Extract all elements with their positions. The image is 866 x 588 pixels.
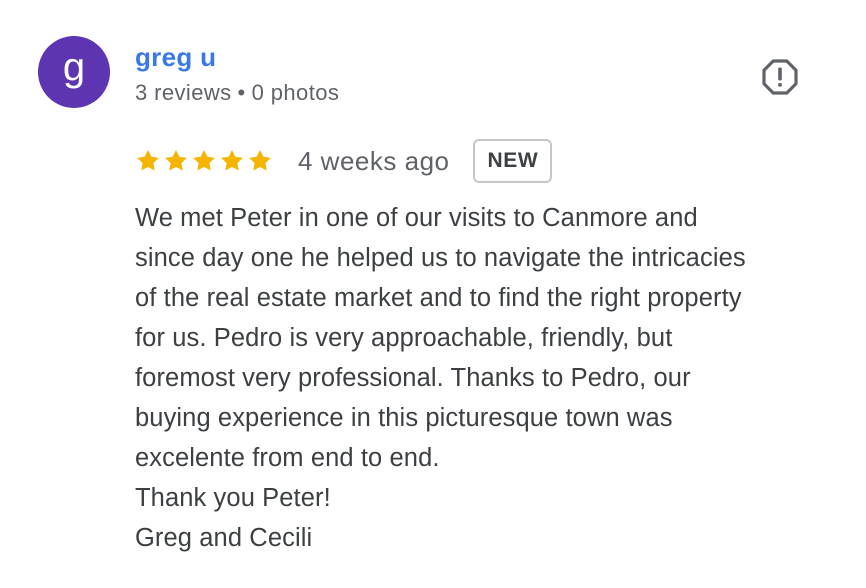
star-rating: [135, 148, 273, 174]
review-text-line: for us. Pedro is very approachable, frie…: [135, 324, 673, 352]
review-text-line: Thank you Peter!: [135, 484, 331, 512]
review-text-line: foremost very professional. Thanks to Pe…: [135, 364, 691, 392]
avatar-initial: g: [62, 45, 86, 89]
reviews-count: 3 reviews: [135, 80, 232, 105]
review-text-line: of the real estate market and to find th…: [135, 284, 742, 312]
star-icon: [163, 148, 189, 174]
report-review-button[interactable]: [761, 58, 799, 96]
new-badge: NEW: [473, 139, 553, 183]
photos-count: 0 photos: [251, 80, 340, 105]
review-text: We met Peter in one of our visits to Can…: [135, 198, 845, 558]
review-text-line: We met Peter in one of our visits to Can…: [135, 204, 698, 232]
review-text-line: Greg and Cecili: [135, 524, 313, 552]
review-text-line: excelente from end to end.: [135, 444, 440, 472]
review-text-line: buying experience in this picturesque to…: [135, 404, 673, 432]
author-meta: 3 reviews • 0 photos: [135, 80, 339, 106]
review-card: g greg u 3 reviews • 0 photos 4 weeks ago …: [0, 0, 866, 588]
author-name-link[interactable]: greg u: [135, 42, 216, 73]
meta-separator: •: [237, 80, 246, 105]
rating-row: 4 weeks ago NEW: [135, 136, 553, 186]
star-icon: [219, 148, 245, 174]
avatar[interactable]: g: [38, 36, 110, 108]
flag-report-icon: [762, 59, 798, 95]
star-icon: [135, 148, 161, 174]
review-date: 4 weeks ago: [298, 145, 450, 176]
star-icon: [247, 148, 273, 174]
star-icon: [191, 148, 217, 174]
review-text-line: since day one he helped us to navigate t…: [135, 244, 746, 272]
